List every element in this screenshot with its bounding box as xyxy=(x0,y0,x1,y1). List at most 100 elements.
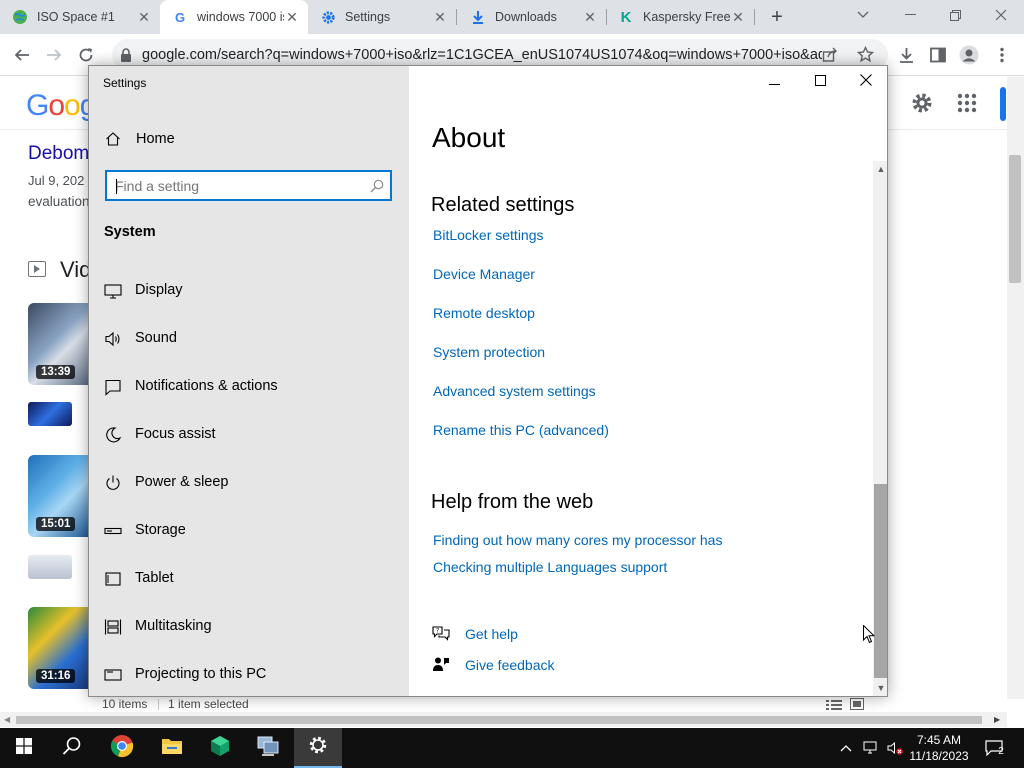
reload-icon[interactable] xyxy=(75,44,97,66)
tab-downloads[interactable]: Downloads ✕ xyxy=(470,0,606,34)
close-icon[interactable]: ✕ xyxy=(582,9,598,25)
remote-desktop-link[interactable]: Remote desktop xyxy=(433,305,535,321)
scroll-left-icon[interactable]: ◀ xyxy=(4,715,10,724)
tab-kaspersky[interactable]: K Kaspersky Free ✕ xyxy=(618,0,754,34)
sidebar-item-projecting[interactable]: Projecting to this PC xyxy=(89,655,409,695)
system-protection-link[interactable]: System protection xyxy=(433,344,545,360)
advanced-system-settings-link[interactable]: Advanced system settings xyxy=(433,383,596,399)
sidebar-item-focus-assist[interactable]: Focus assist xyxy=(89,415,409,455)
video-duration: 31:16 xyxy=(36,669,76,683)
maximize-button[interactable] xyxy=(797,66,843,98)
monitor-icon xyxy=(104,282,122,300)
moon-icon xyxy=(104,426,122,444)
back-arrow-icon[interactable] xyxy=(11,44,33,66)
tab-title: windows 7000 iso xyxy=(197,10,284,24)
search-result-snippet: evaluation xyxy=(28,194,90,209)
google-logo[interactable]: Goog xyxy=(26,89,96,123)
video-thumbnail-small[interactable] xyxy=(28,555,72,579)
close-icon[interactable]: ✕ xyxy=(730,9,746,25)
new-tab-button[interactable]: + xyxy=(766,6,788,28)
gear-icon[interactable] xyxy=(910,91,934,120)
page-title: About xyxy=(432,122,506,153)
video-thumbnail-small[interactable] xyxy=(28,402,72,426)
taskbar-3d-app[interactable] xyxy=(196,728,244,768)
divider xyxy=(158,699,159,710)
cube-icon xyxy=(209,735,231,762)
tab-iso-space[interactable]: ISO Space #1 ✕ xyxy=(12,0,160,34)
taskbar-settings[interactable] xyxy=(294,728,342,768)
help-link-languages[interactable]: Checking multiple Languages support xyxy=(433,559,667,575)
get-help-link[interactable]: Get help xyxy=(465,626,518,642)
multitasking-icon xyxy=(104,618,122,636)
sidebar-item-power-sleep[interactable]: Power & sleep xyxy=(89,463,409,503)
browser-tab-strip: ISO Space #1 ✕ G windows 7000 iso ✕ Sett… xyxy=(0,0,1024,34)
video-icon xyxy=(28,261,46,277)
minimize-button[interactable] xyxy=(751,66,797,98)
close-icon[interactable]: ✕ xyxy=(284,9,300,25)
close-icon[interactable]: ✕ xyxy=(136,9,152,25)
gear-icon xyxy=(320,9,336,25)
settings-search-box[interactable] xyxy=(105,170,392,201)
give-feedback-icon xyxy=(432,656,450,679)
search-input[interactable] xyxy=(115,176,355,196)
apps-grid-icon[interactable] xyxy=(957,93,977,118)
network-icon[interactable] xyxy=(863,740,879,756)
start-button[interactable] xyxy=(0,728,48,768)
download-icon[interactable] xyxy=(895,44,917,66)
taskbar-chrome[interactable] xyxy=(98,728,146,768)
device-manager-link[interactable]: Device Manager xyxy=(433,266,535,282)
sidebar-item-storage[interactable]: Storage xyxy=(89,511,409,551)
sidebar-item-display[interactable]: Display xyxy=(89,271,409,311)
search-result-date: Jul 9, 202 xyxy=(28,173,85,188)
close-button[interactable] xyxy=(843,66,887,98)
profile-avatar-icon[interactable] xyxy=(958,44,980,66)
video-thumbnail[interactable]: 13:39 xyxy=(28,303,88,385)
tab-settings[interactable]: Settings ✕ xyxy=(320,0,456,34)
large-icons-view-icon[interactable] xyxy=(850,698,864,713)
help-from-web-heading: Help from the web xyxy=(431,491,594,513)
chevron-up-icon[interactable] xyxy=(838,740,854,756)
forward-arrow-icon[interactable] xyxy=(43,44,65,66)
restore-icon[interactable] xyxy=(940,4,970,26)
sidebar-item-notifications[interactable]: Notifications & actions xyxy=(89,367,409,407)
taskbar-network-app[interactable] xyxy=(244,728,292,768)
page-scrollbar-thumb[interactable] xyxy=(1009,155,1021,283)
give-feedback-link[interactable]: Give feedback xyxy=(465,657,555,673)
sidebar-item-tablet[interactable]: Tablet xyxy=(89,559,409,599)
sidebar-item-sound[interactable]: Sound xyxy=(89,319,409,359)
close-icon[interactable]: ✕ xyxy=(432,9,448,25)
explorer-status-bar: 10 items 1 item selected xyxy=(88,697,872,712)
minimize-icon[interactable] xyxy=(895,4,925,26)
more-menu-icon[interactable] xyxy=(991,44,1013,66)
scroll-up-icon[interactable]: ▲ xyxy=(873,161,887,177)
maximize-icon xyxy=(814,73,826,91)
search-result-title[interactable]: Debom xyxy=(28,143,89,165)
rename-pc-link[interactable]: Rename this PC (advanced) xyxy=(433,422,609,438)
chevron-down-icon[interactable] xyxy=(848,4,878,26)
clock[interactable]: 7:45 AM 11/18/2023 xyxy=(904,732,974,764)
help-link-cores[interactable]: Finding out how many cores my processor … xyxy=(433,532,722,548)
scroll-down-icon[interactable]: ▼ xyxy=(873,680,887,696)
related-settings-heading: Related settings xyxy=(431,194,575,216)
volume-muted-icon[interactable] xyxy=(887,740,903,756)
scroll-right-icon[interactable]: ▶ xyxy=(994,715,1000,724)
nav-home[interactable]: Home xyxy=(89,122,409,156)
details-view-icon[interactable] xyxy=(826,699,842,713)
sidebar-item-multitasking[interactable]: Multitasking xyxy=(89,607,409,647)
side-panel-icon[interactable] xyxy=(927,44,949,66)
taskbar-file-explorer[interactable] xyxy=(148,728,196,768)
gear-icon xyxy=(308,735,328,760)
bitlocker-settings-link[interactable]: BitLocker settings xyxy=(433,227,544,243)
storage-icon xyxy=(104,522,122,540)
settings-scrollbar-thumb[interactable] xyxy=(874,484,887,678)
sign-in-button[interactable] xyxy=(1000,87,1006,121)
tab-google-search[interactable]: G windows 7000 iso ✕ xyxy=(160,0,308,34)
video-thumbnail[interactable]: 31:16 xyxy=(28,607,88,689)
close-icon[interactable] xyxy=(986,4,1016,26)
horizontal-scrollbar-thumb[interactable] xyxy=(16,716,982,724)
taskbar-search-button[interactable] xyxy=(48,728,96,768)
search-icon[interactable] xyxy=(370,179,384,198)
video-thumbnail[interactable]: 15:01 xyxy=(28,455,88,537)
sidebar-item-label: Focus assist xyxy=(135,426,216,442)
kaspersky-icon: K xyxy=(620,8,632,26)
